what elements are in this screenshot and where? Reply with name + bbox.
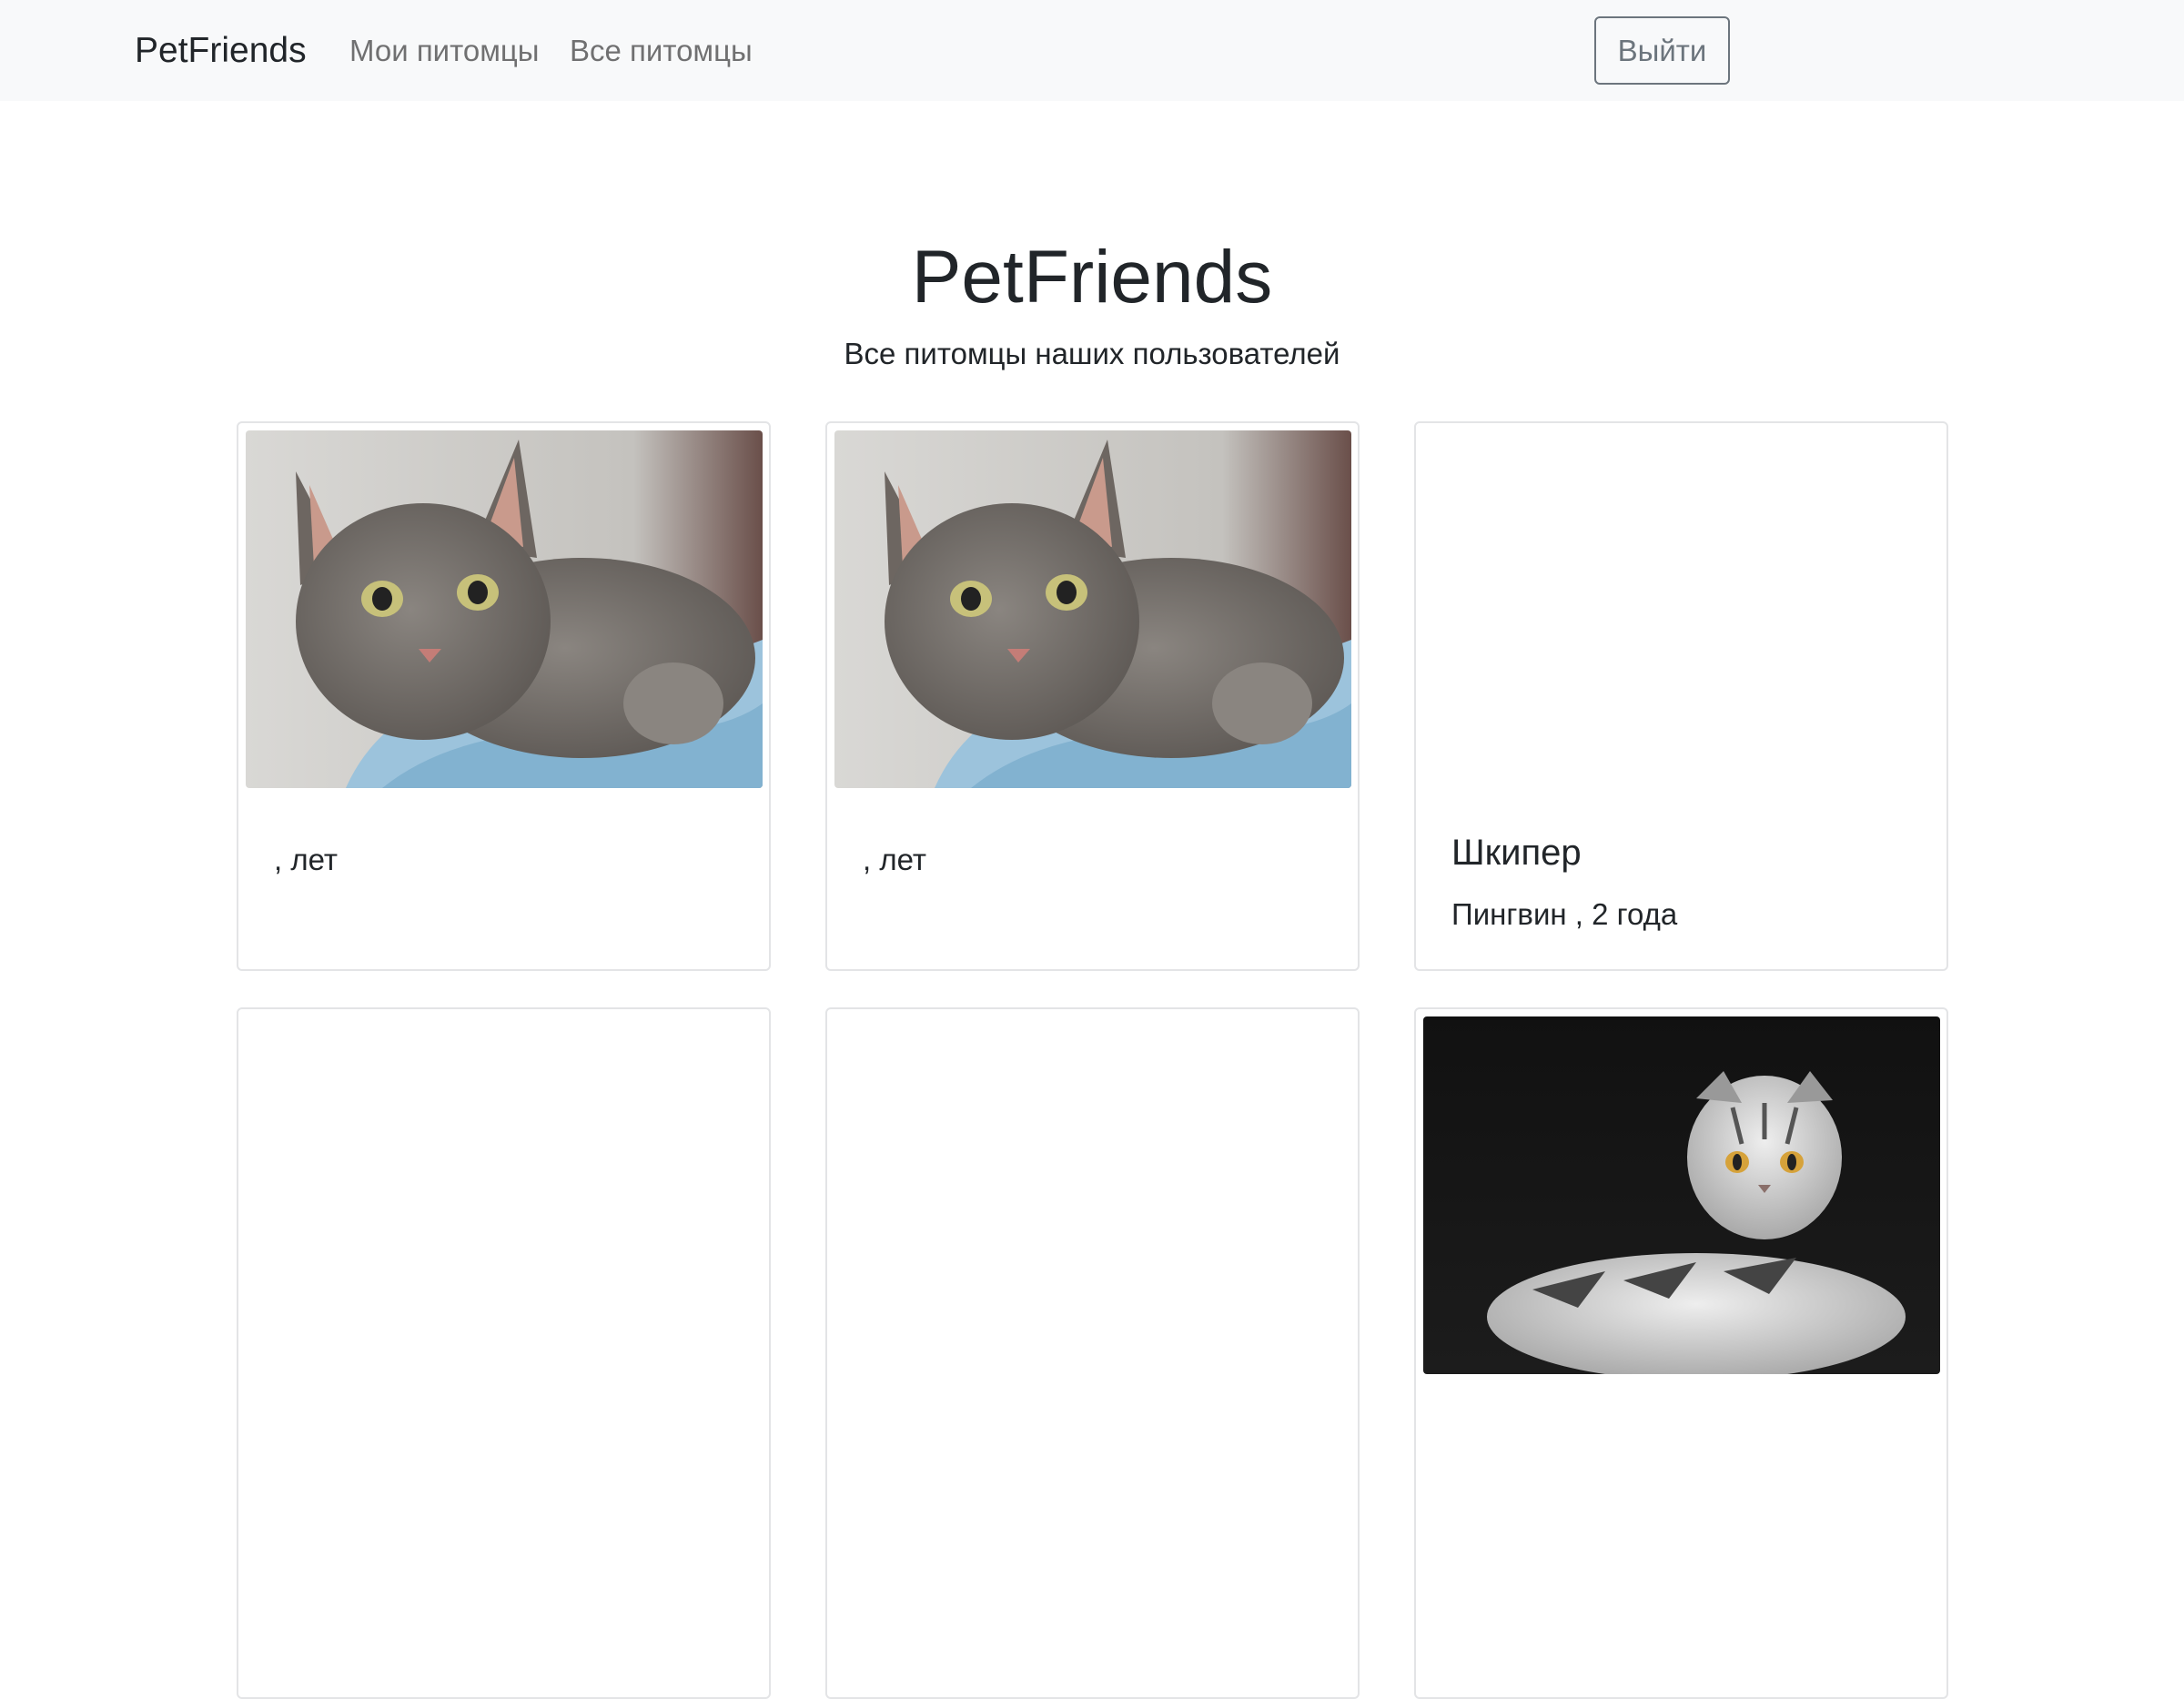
- pet-photo-empty: [834, 1016, 1351, 1374]
- pet-photo-gray-tabby-cat: [246, 430, 763, 788]
- pet-name: Шкипер: [1451, 833, 1582, 873]
- pet-photo-empty: [1423, 430, 1940, 788]
- nav-link-all-pets[interactable]: Все питомцы: [570, 31, 753, 71]
- pet-details: , лет: [863, 843, 926, 876]
- pet-card: , лет: [825, 421, 1360, 971]
- logout-button[interactable]: Выйти: [1594, 16, 1730, 85]
- page-subtitle: Все питомцы наших пользователей: [844, 337, 1340, 370]
- pet-card: [1414, 1007, 1948, 1699]
- pet-photo-gray-tabby-cat: [834, 430, 1351, 788]
- pet-card: [825, 1007, 1360, 1699]
- pet-photo-scottish-fold-cat: [1423, 1016, 1940, 1374]
- pet-card: Шкипер Пингвин , 2 года: [1414, 421, 1948, 971]
- pet-photo-empty: [246, 1016, 763, 1374]
- navbar: PetFriends Мои питомцы Все питомцы Выйти: [0, 0, 2184, 101]
- navbar-brand[interactable]: PetFriends: [135, 27, 307, 75]
- pet-details: Пингвин , 2 года: [1451, 897, 1678, 931]
- page-title: PetFriends: [911, 236, 1273, 319]
- pet-card: [237, 1007, 771, 1699]
- pet-details: , лет: [274, 843, 338, 876]
- pet-card: , лет: [237, 421, 771, 971]
- nav-link-my-pets[interactable]: Мои питомцы: [349, 31, 540, 71]
